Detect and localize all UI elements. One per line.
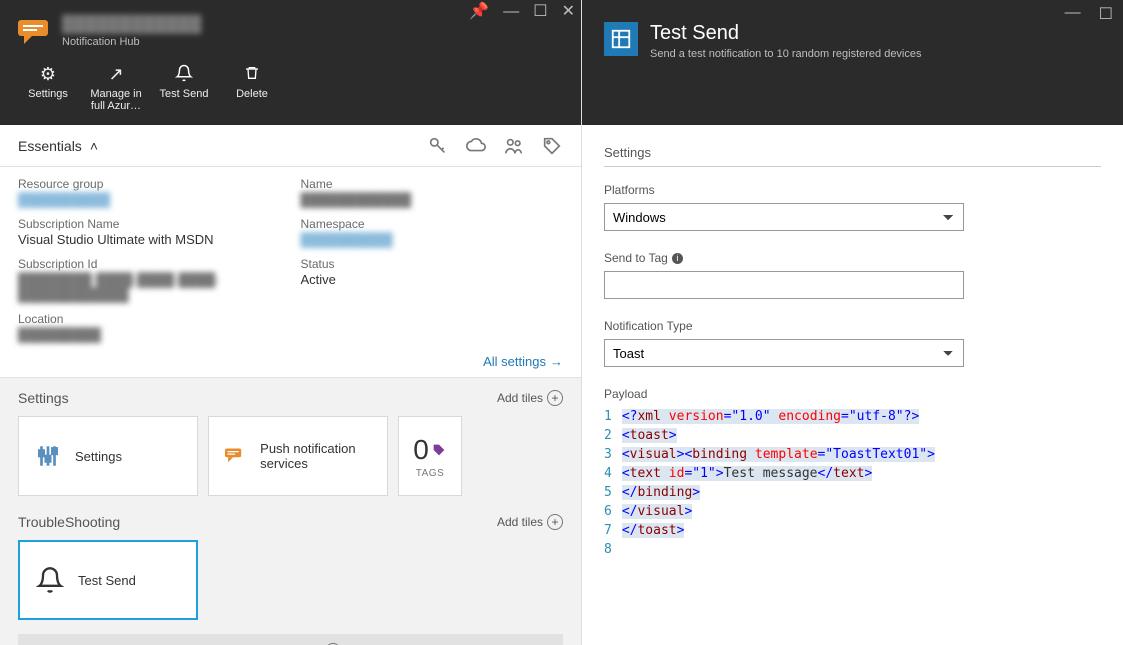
namespace-label: Namespace	[301, 217, 564, 231]
testsend-label: Test Send	[160, 88, 209, 100]
delete-label: Delete	[236, 88, 268, 100]
form-body: Settings Platforms Windows Send to Tag i…	[582, 125, 1123, 599]
resource-group-label: Resource group	[18, 177, 281, 191]
trash-icon	[222, 64, 282, 84]
payload-editor[interactable]: 12345678 <?xml version="1.0" encoding="u…	[604, 407, 1101, 559]
users-icon[interactable]	[503, 135, 525, 157]
tile-push-label: Push notification services	[260, 441, 371, 471]
tile-test-send[interactable]: Test Send	[18, 540, 198, 620]
settings-button[interactable]: ⚙ Settings	[18, 64, 78, 112]
payload-label: Payload	[604, 387, 1101, 401]
delete-button[interactable]: Delete	[222, 64, 282, 112]
arrow-right-icon: →	[550, 354, 563, 369]
external-link-icon: ↗	[86, 64, 146, 84]
notification-type-label: Notification Type	[604, 319, 1101, 333]
tag-icon[interactable]	[541, 135, 563, 157]
code-gutter: 12345678	[604, 407, 622, 559]
platforms-select[interactable]: Windows	[604, 203, 964, 231]
settings-header: Settings	[604, 145, 1101, 167]
tag-small-icon	[431, 442, 447, 458]
right-title: Test Send	[650, 22, 922, 45]
essentials-body: Resource group ██████████ Subscription N…	[0, 167, 581, 378]
settings-section-title: Settings	[18, 390, 69, 406]
namespace-value[interactable]: ██████████	[301, 232, 564, 247]
settings-label: Settings	[28, 88, 68, 100]
plus-icon-2: +	[547, 514, 563, 530]
minimize-icon-r[interactable]: —	[1065, 4, 1081, 24]
right-subtitle: Send a test notification to 10 random re…	[650, 48, 922, 60]
name-value: ████████████	[301, 192, 564, 207]
all-settings-text: All settings	[483, 354, 546, 369]
status-label: Status	[301, 257, 564, 271]
hub-subtitle: Notification Hub	[62, 36, 563, 48]
add-tiles-troubleshoot[interactable]: Add tiles +	[497, 514, 563, 530]
sections-area: Settings Add tiles + Settings Push notif…	[0, 378, 581, 645]
maximize-icon-r[interactable]: ☐	[1099, 4, 1113, 24]
add-tiles-settings[interactable]: Add tiles +	[497, 390, 563, 406]
tile-settings-label: Settings	[75, 449, 122, 464]
platforms-label: Platforms	[604, 183, 1101, 197]
add-tiles-label: Add tiles	[497, 391, 543, 405]
subscription-name-label: Subscription Name	[18, 217, 281, 231]
left-header: 📌 — ☐ ✕ ████████████ Notification Hub ⚙ …	[0, 0, 581, 125]
window-controls-right: — ☐	[1065, 4, 1113, 24]
test-send-button[interactable]: Test Send	[154, 64, 214, 112]
all-settings-link[interactable]: All settings →	[483, 354, 563, 369]
add-tiles-label-2: Add tiles	[497, 515, 543, 529]
location-value: █████████	[18, 327, 281, 342]
keys-icon[interactable]	[427, 135, 449, 157]
test-send-header-icon	[604, 22, 638, 56]
right-pane: — ☐ Test Send Send a test notification t…	[582, 0, 1123, 645]
status-value: Active	[301, 272, 564, 287]
gear-icon: ⚙	[18, 64, 78, 84]
right-header: — ☐ Test Send Send a test notification t…	[582, 0, 1123, 125]
subscription-id-value: ████████-████-████-████-████████████	[18, 272, 281, 302]
essentials-title: Essentials	[18, 138, 82, 154]
tile-push-services[interactable]: Push notification services	[208, 416, 388, 496]
manage-button[interactable]: ↗ Manage in full Azur…	[86, 64, 146, 112]
push-icon	[225, 444, 246, 468]
subscription-id-label: Subscription Id	[18, 257, 281, 271]
subscription-name-value: Visual Studio Ultimate with MSDN	[18, 232, 281, 247]
location-label: Location	[18, 312, 281, 326]
tags-count: 0	[413, 434, 429, 466]
code-body[interactable]: <?xml version="1.0" encoding="utf-8"?><t…	[622, 407, 935, 559]
essentials-actions	[427, 135, 563, 157]
add-section-button[interactable]: Add a section +	[18, 634, 563, 645]
send-to-tag-label: Send to Tag	[604, 251, 668, 265]
name-label: Name	[301, 177, 564, 191]
hub-title: ████████████	[62, 16, 563, 34]
toolbar: ⚙ Settings ↗ Manage in full Azur… Test S…	[18, 64, 563, 112]
bell-outline-icon	[36, 566, 64, 594]
manage-label: Manage in full Azur…	[90, 88, 141, 112]
bell-icon	[154, 64, 214, 84]
notification-type-select[interactable]: Toast	[604, 339, 964, 367]
tile-tags[interactable]: 0 TAGS	[398, 416, 462, 496]
resource-group-value[interactable]: ██████████	[18, 192, 281, 207]
tags-caption: TAGS	[416, 468, 444, 479]
info-icon[interactable]: i	[672, 253, 683, 264]
plus-icon: +	[547, 390, 563, 406]
cloud-icon[interactable]	[465, 135, 487, 157]
troubleshoot-section-title: TroubleShooting	[18, 514, 120, 530]
close-icon[interactable]: ✕	[562, 4, 575, 20]
tile-test-send-label: Test Send	[78, 573, 136, 588]
essentials-bar[interactable]: Essentials ˄	[0, 125, 581, 167]
send-to-tag-input[interactable]	[604, 271, 964, 299]
chevron-up-icon: ˄	[90, 138, 98, 154]
sliders-icon	[35, 443, 61, 469]
hub-logo-icon	[18, 18, 52, 46]
left-pane: 📌 — ☐ ✕ ████████████ Notification Hub ⚙ …	[0, 0, 582, 645]
tile-settings[interactable]: Settings	[18, 416, 198, 496]
